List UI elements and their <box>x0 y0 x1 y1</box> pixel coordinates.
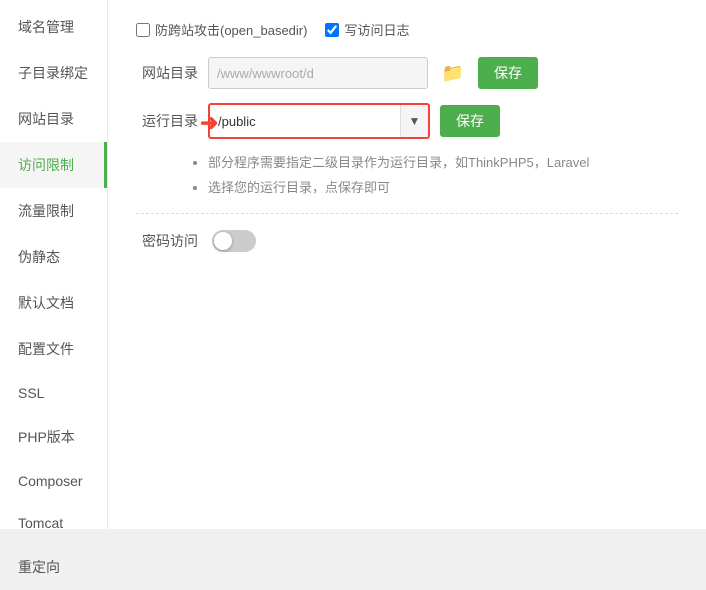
open-basedir-checkbox[interactable] <box>136 23 150 37</box>
sidebar-item-tomcat[interactable]: Tomcat <box>0 502 107 544</box>
site-dir-save-button[interactable]: 保存 <box>478 57 538 89</box>
run-dir-label: 运行目录 <box>136 111 198 131</box>
sidebar-item-pseudo-static[interactable]: 伪静态 <box>0 234 107 280</box>
sidebar-item-traffic-limit[interactable]: 流量限制 <box>0 188 107 234</box>
run-dir-dropdown-arrow[interactable]: ▼ <box>400 105 428 137</box>
write-log-option[interactable]: 写访问日志 <box>325 20 409 39</box>
site-dir-input[interactable] <box>208 57 428 89</box>
chevron-down-icon: ▼ <box>409 114 421 128</box>
sidebar-item-config-file[interactable]: 配置文件 <box>0 326 107 372</box>
sidebar-item-php-version[interactable]: PHP版本 <box>0 414 107 460</box>
tip-item-2: 选择您的运行目录，点保存即可 <box>208 178 678 199</box>
section-divider <box>136 213 678 214</box>
sidebar-item-default-doc[interactable]: 默认文档 <box>0 280 107 326</box>
write-log-checkbox[interactable] <box>325 23 339 37</box>
run-dir-input[interactable] <box>210 105 400 137</box>
sidebar: 域名管理 子目录绑定 网站目录 访问限制 流量限制 伪静态 默认文档 配置文件 … <box>0 0 108 529</box>
tip-item-1: 部分程序需要指定二级目录作为运行目录，如ThinkPHP5，Laravel <box>208 153 678 174</box>
sidebar-item-subdir[interactable]: 子目录绑定 <box>0 50 107 96</box>
sidebar-item-composer[interactable]: Composer <box>0 460 107 502</box>
open-basedir-option[interactable]: 防跨站攻击(open_basedir) <box>136 20 307 39</box>
sidebar-item-access-limit[interactable]: 访问限制 <box>0 142 107 188</box>
tips-list: 部分程序需要指定二级目录作为运行目录，如ThinkPHP5，Laravel 选择… <box>208 153 678 199</box>
sidebar-item-redirect[interactable]: 重定向 <box>0 544 107 590</box>
sidebar-item-domain[interactable]: 域名管理 <box>0 4 107 50</box>
options-row: 防跨站攻击(open_basedir) 写访问日志 <box>136 20 678 39</box>
password-label: 密码访问 <box>136 231 198 251</box>
run-dir-save-button[interactable]: 保存 <box>440 105 500 137</box>
main-content: ➜ 防跨站攻击(open_basedir) 写访问日志 网站目录 📁 保存 运行… <box>108 0 706 529</box>
password-toggle[interactable] <box>212 230 256 252</box>
site-dir-row: 网站目录 📁 保存 <box>136 57 678 89</box>
sidebar-item-site-dir[interactable]: 网站目录 <box>0 96 107 142</box>
site-dir-label: 网站目录 <box>136 63 198 83</box>
sidebar-item-ssl[interactable]: SSL <box>0 372 107 414</box>
folder-icon-button[interactable]: 📁 <box>438 58 468 88</box>
password-row: 密码访问 <box>136 230 678 252</box>
folder-icon: 📁 <box>442 63 464 84</box>
run-dir-box: ▼ <box>208 103 430 139</box>
red-arrow-indicator: ➜ <box>200 110 218 136</box>
